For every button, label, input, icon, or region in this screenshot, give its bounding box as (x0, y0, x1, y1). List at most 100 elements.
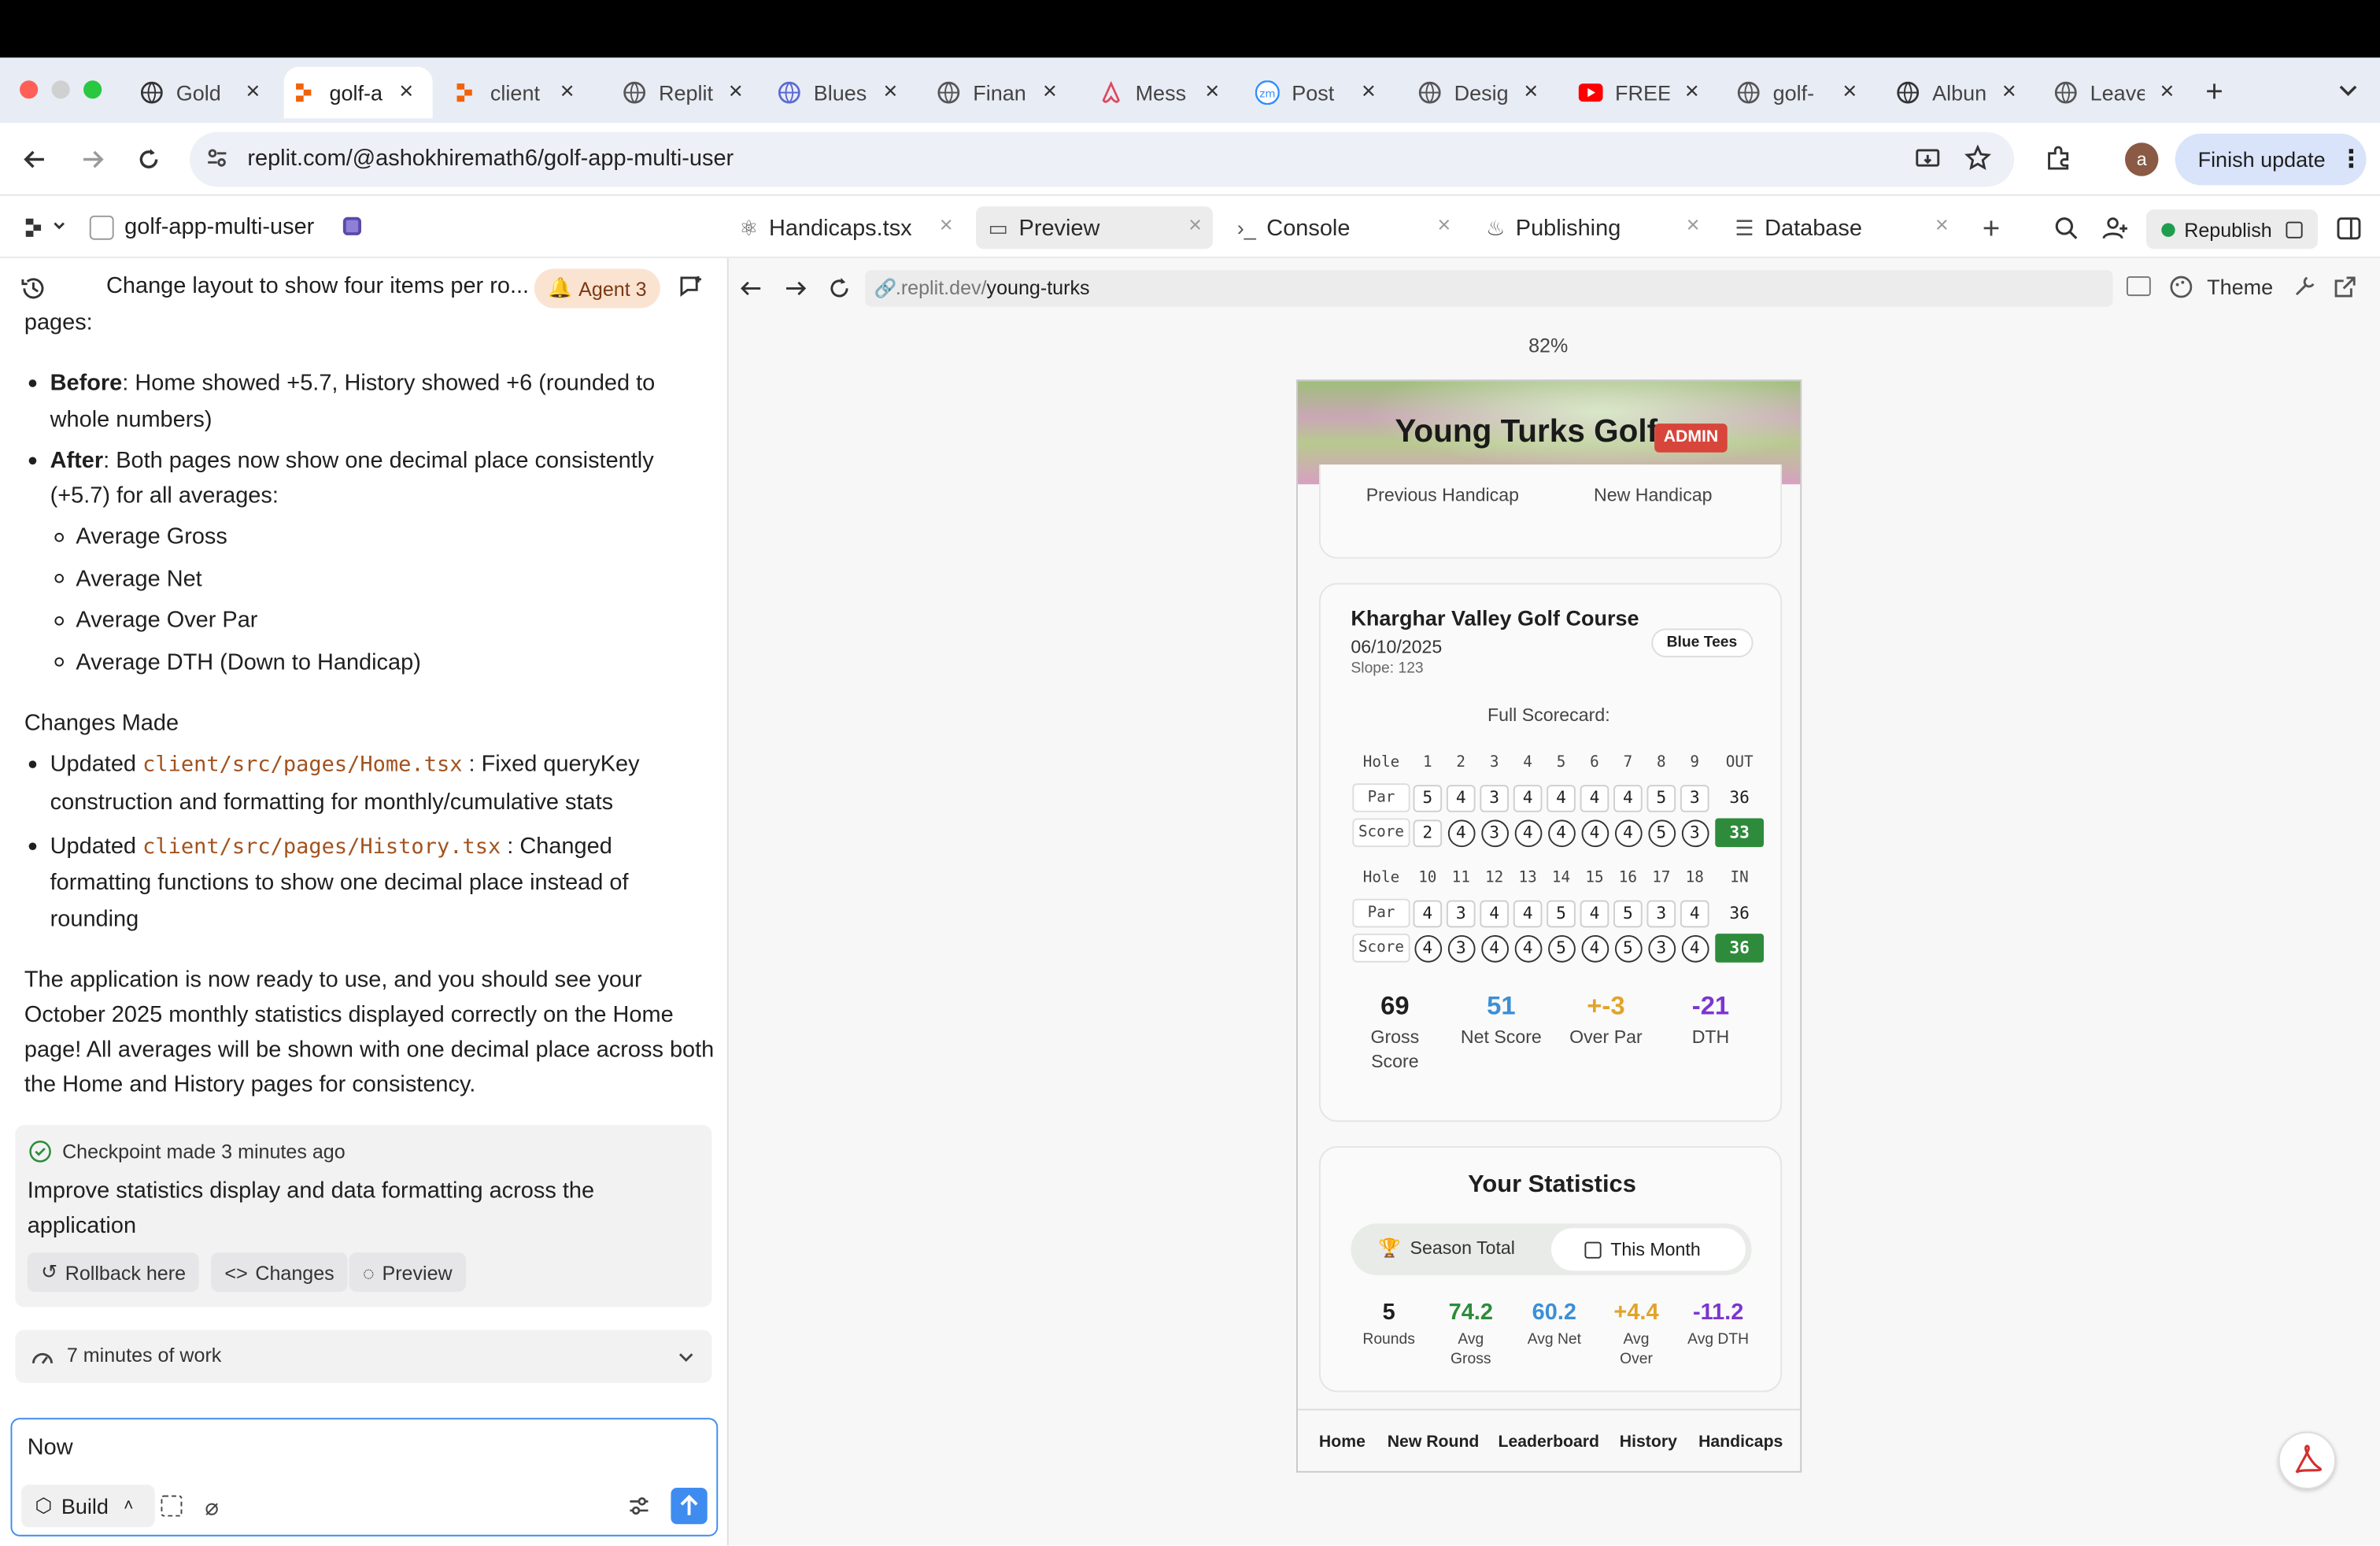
hole-row: Hole 1 2 3 4 5 6 7 8 9 OUT (1352, 749, 1767, 778)
close-tab-icon[interactable]: × (1043, 79, 1057, 106)
chat-input-box[interactable]: Now ⬡ Build ˄ ⌀ (10, 1418, 719, 1537)
close-workspace-tab-icon[interactable]: × (1687, 213, 1700, 239)
workspace-tab[interactable]: ⚛ Handicaps.tsx (739, 208, 911, 247)
rollback-button[interactable]: ↺ Rollback here (27, 1252, 200, 1293)
workspace-menu-chevron-icon[interactable] (52, 219, 67, 234)
browser-tab[interactable]: Gold × (131, 67, 283, 119)
browser-tab[interactable]: golf-a × (283, 66, 433, 119)
site-info-icon[interactable] (205, 146, 229, 170)
preview-button[interactable]: ◌ Preview (349, 1252, 467, 1293)
nav-link-handicaps[interactable]: Handicaps (1698, 1433, 1783, 1452)
close-tab-icon[interactable]: × (246, 79, 260, 106)
close-tab-icon[interactable]: × (1842, 79, 1857, 106)
devtools-wrench-icon[interactable] (2292, 275, 2316, 299)
palette-icon[interactable] (2169, 275, 2193, 299)
republish-button[interactable]: Republish (2145, 209, 2318, 250)
score-value: 4 (1623, 823, 1633, 843)
close-tab-icon[interactable]: × (729, 79, 743, 106)
browser-tab[interactable]: Albun × (1887, 67, 2038, 119)
minimize-window-button[interactable] (51, 80, 70, 99)
install-app-icon[interactable] (1914, 146, 1942, 173)
close-workspace-tab-icon[interactable]: × (1188, 213, 1202, 239)
round-card[interactable]: Kharghar Valley Golf Course 06/10/2025 S… (1318, 583, 1783, 1123)
preview-back-icon[interactable] (739, 276, 763, 301)
browser-tab[interactable]: Desig × (1409, 67, 1561, 119)
nav-link-leaderboard[interactable]: Leaderboard (1498, 1433, 1599, 1452)
project-name[interactable]: golf-app-multi-user (124, 214, 314, 240)
close-tab-icon[interactable]: × (1362, 79, 1376, 106)
workspace-tab[interactable]: ☰ Database (1735, 208, 1862, 247)
history-icon[interactable] (20, 275, 47, 302)
toggle-panel-icon[interactable] (2336, 216, 2362, 242)
nav-link-home[interactable]: Home (1319, 1433, 1366, 1452)
work-summary-row[interactable]: 7 minutes of work (15, 1330, 712, 1383)
bookmark-star-icon[interactable] (1964, 144, 1992, 172)
attach-icon[interactable]: ⌀ (205, 1494, 218, 1522)
workspace-tab[interactable]: ♨ Publishing (1486, 208, 1621, 247)
theme-button[interactable]: Theme (2207, 275, 2273, 299)
nav-link-new-round[interactable]: New Round (1388, 1433, 1480, 1452)
speed-icon (31, 1345, 55, 1367)
preview-url[interactable]: .replit.dev/young-turks (896, 276, 1090, 299)
maximize-window-button[interactable] (83, 80, 102, 99)
tab-title: golf-a (329, 80, 383, 105)
browser-tab[interactable]: Replit × (613, 67, 765, 119)
chat-input-text[interactable]: Now (28, 1434, 73, 1460)
browser-tab[interactable]: Mess × (1090, 67, 1242, 119)
search-icon[interactable] (2053, 216, 2079, 242)
new-tab-button[interactable]: + (2205, 76, 2223, 110)
reload-icon[interactable] (135, 146, 163, 173)
browser-tab[interactable]: Leave × (2045, 67, 2197, 119)
browser-tab[interactable]: Blues × (768, 67, 920, 119)
close-window-button[interactable] (20, 80, 39, 99)
nav-link-history[interactable]: History (1620, 1433, 1677, 1452)
expand-chevron-icon[interactable] (677, 1348, 695, 1367)
send-button[interactable] (671, 1487, 708, 1525)
finish-update-button[interactable]: Finish update ⋮ (2175, 133, 2367, 186)
round-stat: 69 Gross Score (1342, 988, 1448, 1073)
close-tab-icon[interactable]: × (560, 79, 575, 106)
forward-arrow-icon[interactable] (79, 146, 106, 173)
tab-search-chevron-icon[interactable] (2338, 79, 2359, 100)
average-item: Average Gross (76, 523, 227, 550)
close-workspace-tab-icon[interactable]: × (1437, 213, 1451, 239)
open-new-tab-icon[interactable] (2333, 275, 2357, 299)
preview-reload-icon[interactable] (827, 276, 852, 301)
build-mode-button[interactable]: ⬡ Build ˄ (20, 1485, 155, 1528)
this-month-toggle[interactable]: This Month (1550, 1228, 1746, 1271)
back-arrow-icon[interactable] (21, 146, 49, 173)
close-tab-icon[interactable]: × (1524, 79, 1538, 106)
close-tab-icon[interactable]: × (2160, 79, 2174, 106)
browser-tab[interactable]: Finan × (927, 67, 1079, 119)
browser-tab[interactable]: golf- × (1728, 67, 1879, 119)
profile-avatar[interactable]: a (2124, 142, 2159, 176)
invite-user-icon[interactable] (2102, 216, 2130, 242)
close-tab-icon[interactable]: × (1205, 79, 1219, 106)
close-tab-icon[interactable]: × (1685, 79, 1699, 106)
close-tab-icon[interactable]: × (399, 79, 413, 106)
replit-logo-icon[interactable] (24, 217, 46, 239)
preview-forward-icon[interactable] (783, 276, 808, 301)
statistics-title: Your Statistics (1468, 1171, 1636, 1198)
select-element-icon[interactable] (161, 1495, 183, 1517)
browser-tab[interactable]: zm Post × (1246, 67, 1398, 119)
settings-sliders-icon[interactable] (626, 1494, 651, 1518)
browser-tab[interactable]: client × (445, 67, 597, 119)
new-chat-icon[interactable] (677, 273, 704, 301)
hole-number: IN (1730, 870, 1749, 887)
changes-button[interactable]: <> Changes (211, 1252, 349, 1293)
pdf-extension-button[interactable] (2278, 1431, 2337, 1489)
par-value: 3 (1689, 787, 1700, 808)
device-icon[interactable] (2126, 276, 2151, 297)
season-total-toggle[interactable]: 🏆 Season Total (1378, 1237, 1515, 1259)
browser-tab[interactable]: FREE × (1569, 67, 1721, 119)
close-workspace-tab-icon[interactable]: × (1935, 213, 1949, 239)
close-tab-icon[interactable]: × (883, 79, 897, 106)
close-workspace-tab-icon[interactable]: × (940, 213, 953, 239)
add-tab-button[interactable]: + (1983, 213, 2001, 247)
workspace-tab[interactable]: ▭ Preview (988, 208, 1099, 247)
workspace-tab[interactable]: ›_ Console (1237, 208, 1351, 247)
extensions-icon[interactable] (2045, 144, 2072, 172)
close-tab-icon[interactable]: × (2002, 79, 2016, 106)
thread-title[interactable]: Change layout to show four items per ro.… (106, 273, 529, 299)
